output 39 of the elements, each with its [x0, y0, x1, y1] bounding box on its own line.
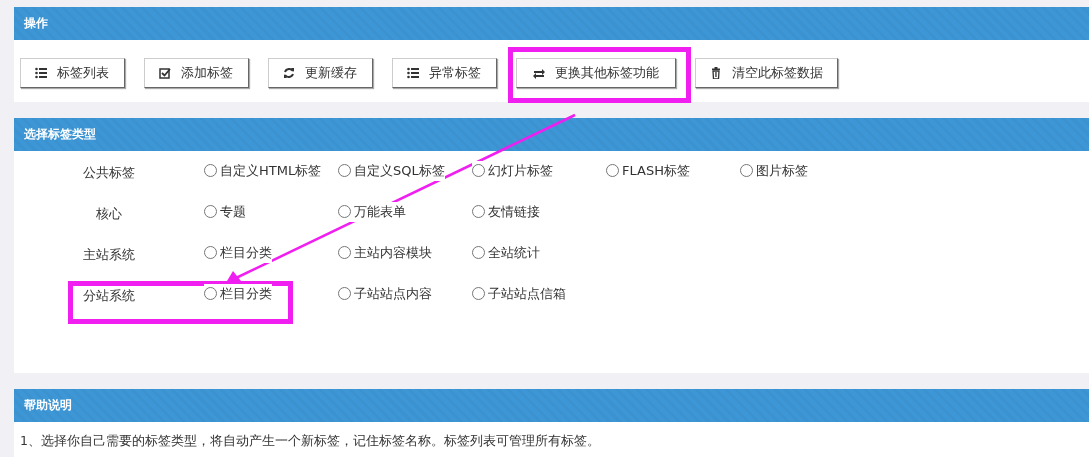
toolbar-button[interactable]: 更新缓存 [268, 58, 373, 88]
radio-button[interactable] [472, 246, 485, 260]
toolbar-button[interactable]: 清空此标签数据 [695, 58, 838, 88]
toolbar-button[interactable]: 异常标签 [392, 58, 497, 88]
radio-button[interactable] [338, 164, 351, 178]
exchange-icon [533, 67, 545, 79]
toolbar-button[interactable]: 更换其他标签功能 [516, 58, 676, 88]
list-icon [407, 67, 419, 79]
trash-icon [710, 67, 722, 79]
radio-button[interactable] [338, 287, 351, 301]
radio-option[interactable]: 自定义SQL标签 [338, 161, 445, 181]
radio-option[interactable]: 子站站点信箱 [472, 284, 566, 304]
checkbox-icon [159, 67, 171, 79]
radio-button[interactable] [740, 164, 753, 178]
section-header: 选择标签类型 [14, 118, 1089, 151]
toolbar-button[interactable]: 标签列表 [20, 58, 125, 88]
radio-option[interactable]: 子站站点内容 [338, 284, 432, 304]
radio-button[interactable] [472, 205, 485, 219]
radio-button[interactable] [204, 164, 217, 178]
radio-button[interactable] [338, 205, 351, 219]
radio-option[interactable]: 栏目分类 [204, 243, 272, 263]
refresh-icon [283, 67, 295, 79]
radio-button[interactable] [204, 246, 217, 260]
radio-button[interactable] [204, 287, 217, 301]
group-label: 核心 [95, 205, 123, 223]
group-label: 分站系统 [82, 287, 136, 305]
section-header: 操作 [14, 7, 1089, 40]
radio-option[interactable]: 万能表单 [338, 202, 406, 222]
group-label: 公共标签 [82, 164, 136, 182]
list-icon [35, 67, 47, 79]
radio-button[interactable] [472, 164, 485, 178]
help-text: 1、选择你自己需要的标签类型，将自动产生一个新标签，记住标签名称。标签列表可管理所有标签。 [19, 432, 601, 450]
radio-button[interactable] [338, 246, 351, 260]
section-header: 帮助说明 [14, 389, 1089, 422]
radio-button[interactable] [472, 287, 485, 301]
group-label: 主站系统 [82, 246, 136, 264]
toolbar-button[interactable]: 添加标签 [144, 58, 249, 88]
radio-button[interactable] [606, 164, 619, 178]
radio-button[interactable] [204, 205, 217, 219]
